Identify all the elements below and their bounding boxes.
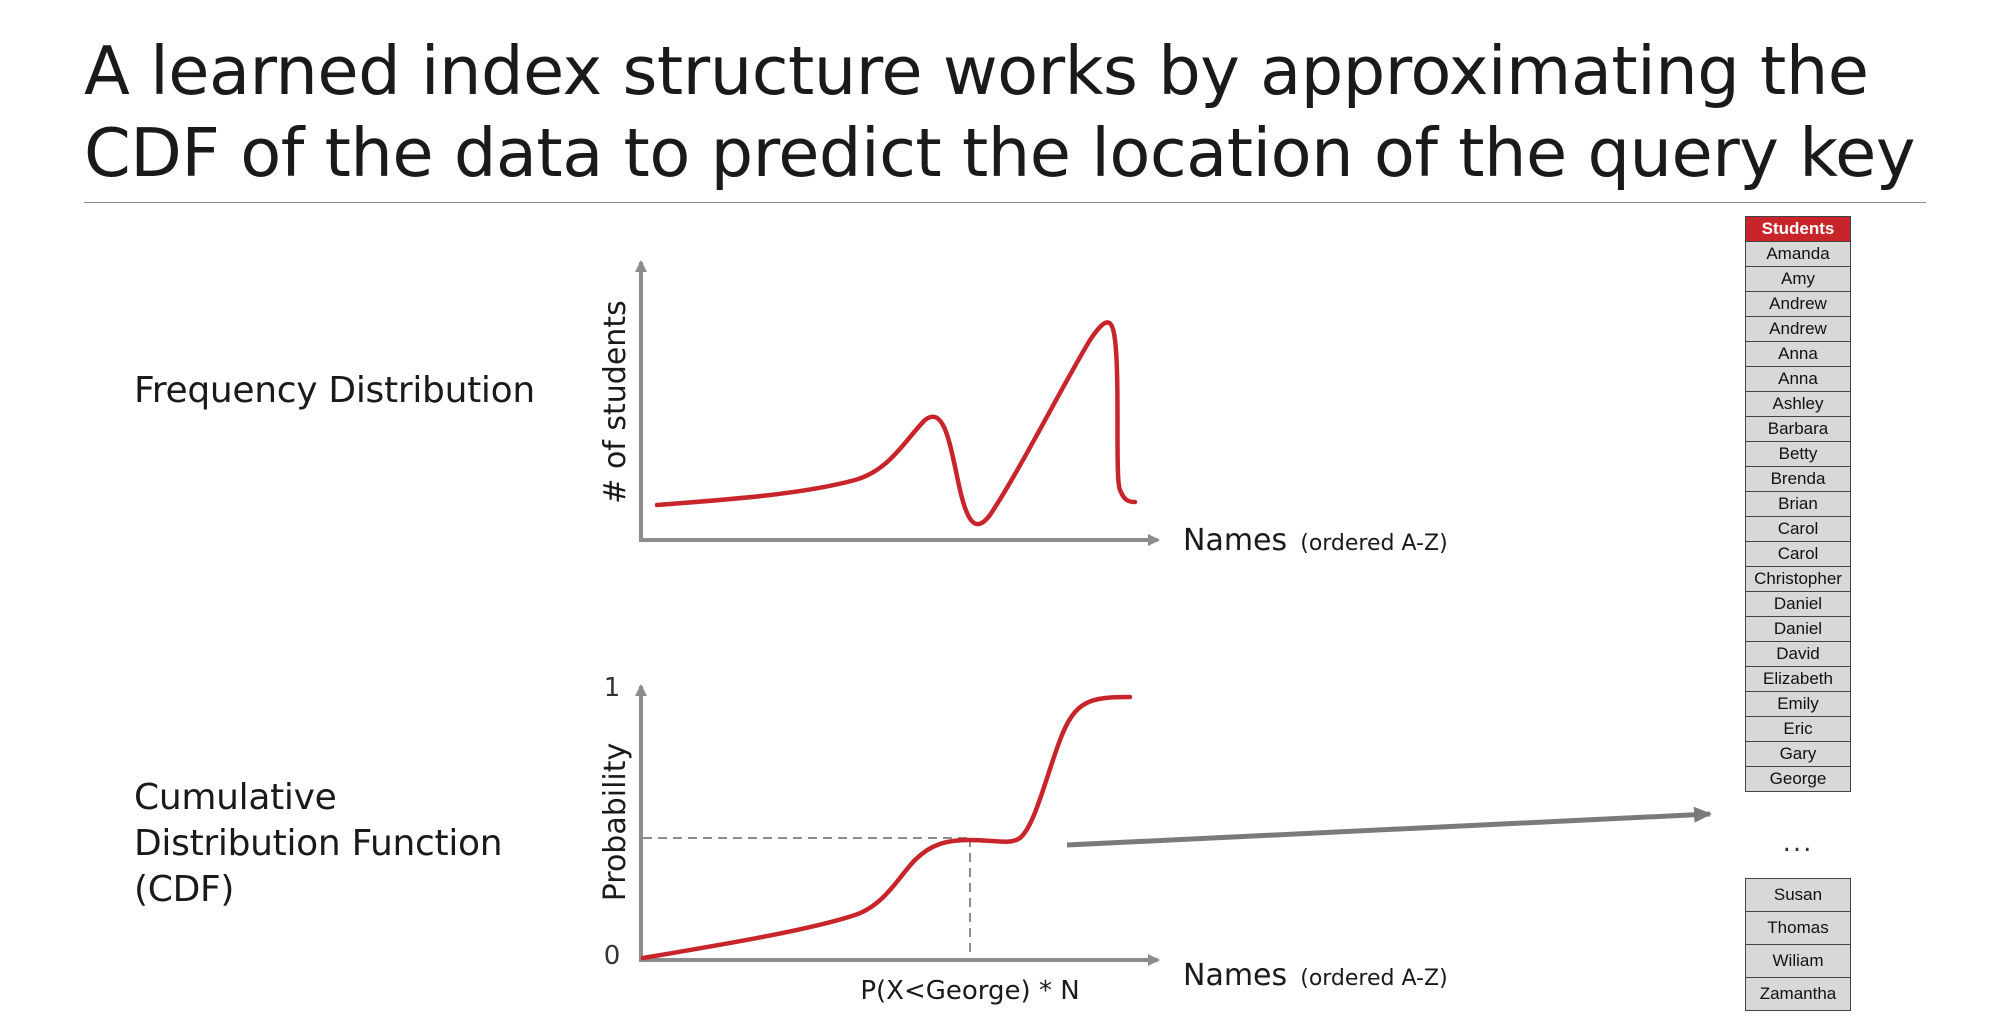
diagram-canvas: # of students Names (ordered A-Z) 1 0 Pr… xyxy=(598,260,1712,1006)
student-row: Andrew xyxy=(1745,317,1851,342)
student-row: Elizabeth xyxy=(1745,667,1851,692)
student-row: Betty xyxy=(1745,442,1851,467)
student-row: David xyxy=(1745,642,1851,667)
cdf-x-axis-label: Names xyxy=(1183,958,1287,993)
student-row: Daniel xyxy=(1745,617,1851,642)
frequency-curve xyxy=(654,320,1138,527)
students-table-header: Students xyxy=(1745,216,1851,242)
students-table: Students Amanda Amy Andrew Andrew Anna Anna As… xyxy=(1745,216,1851,792)
frequency-x-axis-note: (ordered A-Z) xyxy=(1300,531,1447,556)
student-row: Andrew xyxy=(1745,292,1851,317)
student-row: Eric xyxy=(1745,717,1851,742)
prediction-arrow xyxy=(1066,806,1712,848)
frequency-x-axis-label: Names xyxy=(1183,523,1287,558)
frequency-chart: # of students Names (ordered A-Z) xyxy=(598,260,1448,558)
cdf-x-axis-title: Names (ordered A-Z) xyxy=(1183,958,1448,993)
frequency-x-axis-title: Names (ordered A-Z) xyxy=(1183,523,1448,558)
student-row: Wiliam xyxy=(1745,945,1851,978)
cdf-y-tick-top: 1 xyxy=(604,673,621,703)
student-row: Daniel xyxy=(1745,592,1851,617)
student-row: Christopher xyxy=(1745,567,1851,592)
student-row: Thomas xyxy=(1745,912,1851,945)
student-row: Carol xyxy=(1745,517,1851,542)
cdf-curve xyxy=(640,694,1133,961)
students-table-rows: Amanda Amy Andrew Andrew Anna Anna Ashley Barba… xyxy=(1745,242,1851,792)
frequency-y-axis-label: # of students xyxy=(598,300,633,503)
students-table-tail: Susan Thomas Wiliam Zamantha xyxy=(1745,878,1851,1011)
student-row: Amanda xyxy=(1745,242,1851,267)
student-row: Barbara xyxy=(1745,417,1851,442)
cdf-marker-label: P(X<George) * N xyxy=(860,976,1079,1006)
table-ellipsis: ... xyxy=(1782,828,1814,858)
student-row: Zamantha xyxy=(1745,978,1851,1011)
student-row: Brenda xyxy=(1745,467,1851,492)
cdf-y-axis-label: Probability xyxy=(598,743,633,902)
student-row: Ashley xyxy=(1745,392,1851,417)
student-row: Carol xyxy=(1745,542,1851,567)
cdf-x-axis-note: (ordered A-Z) xyxy=(1300,966,1447,991)
student-row: Gary xyxy=(1745,742,1851,767)
student-row: Brian xyxy=(1745,492,1851,517)
student-row: Anna xyxy=(1745,342,1851,367)
cdf-y-tick-bottom: 0 xyxy=(604,941,621,971)
cdf-chart: 1 0 Probability Names (ordered A-Z) P(X<… xyxy=(598,673,1448,1006)
student-row: Susan xyxy=(1745,878,1851,912)
student-row: Amy xyxy=(1745,267,1851,292)
student-row: Emily xyxy=(1745,692,1851,717)
student-row: George xyxy=(1745,767,1851,792)
student-row: Anna xyxy=(1745,367,1851,392)
